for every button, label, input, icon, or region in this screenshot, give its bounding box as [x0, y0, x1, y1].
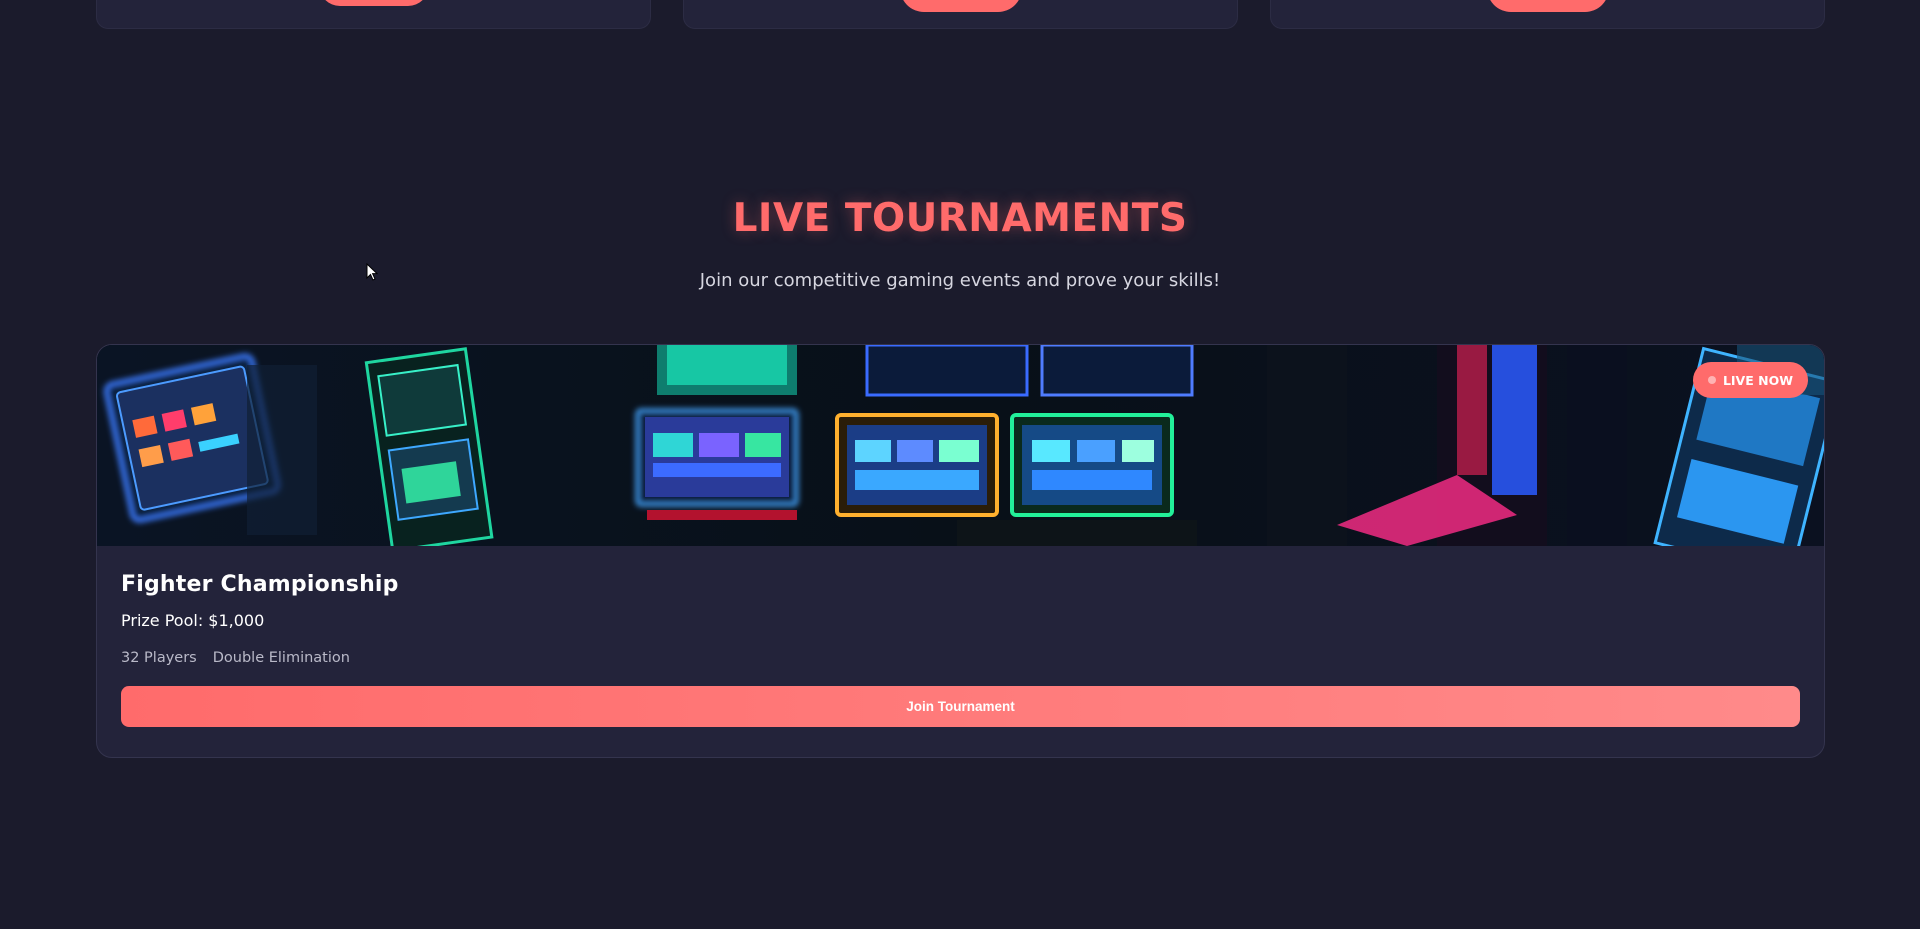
tournament-banner-image: LIVE NOW	[97, 345, 1824, 546]
previous-card-2	[683, 0, 1238, 29]
arcade-illustration	[97, 345, 1824, 546]
tournament-prize-pool: Prize Pool: $1,000	[121, 611, 265, 630]
section-title: LIVE TOURNAMENTS	[732, 196, 1188, 241]
live-now-label: LIVE NOW	[1722, 372, 1793, 388]
tournament-meta: 32 Players Double Elimination	[121, 650, 1800, 666]
join-tournament-button[interactable]: Join Tournament	[121, 686, 1800, 727]
page: LIVE TOURNAMENTS Join our competitive ga…	[0, 0, 1920, 929]
mouse-cursor-icon	[366, 263, 378, 281]
live-now-badge: LIVE NOW	[1692, 362, 1808, 398]
previous-card-2-button[interactable]	[900, 0, 1022, 12]
tournament-name: Fighter Championship	[121, 572, 399, 597]
tournament-format: Double Elimination	[212, 650, 350, 666]
previous-card-1-button[interactable]	[319, 0, 429, 6]
tournament-card-body: Fighter Championship Prize Pool: $1,000 …	[97, 546, 1824, 751]
tournament-card: LIVE NOW Fighter Championship Prize Pool…	[96, 344, 1825, 758]
previous-card-1	[96, 0, 651, 29]
previous-card-3-button[interactable]	[1487, 0, 1609, 12]
live-dot-icon	[1707, 376, 1716, 384]
tournament-players: 32 Players	[121, 650, 197, 666]
previous-card-3	[1270, 0, 1825, 29]
section-subtitle: Join our competitive gaming events and p…	[699, 270, 1221, 291]
